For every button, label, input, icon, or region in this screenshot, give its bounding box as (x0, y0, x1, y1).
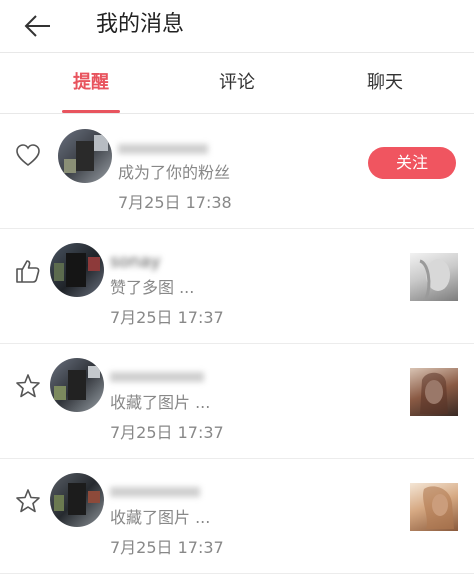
page-title: 我的消息 (96, 12, 185, 37)
timestamp: 7月25日 17:37 (110, 538, 224, 557)
star-icon (16, 489, 40, 513)
notification-text: 成为了你的粉丝 (118, 163, 231, 182)
list-item[interactable]: 成为了你的粉丝 7月25日 17:38 关注 (0, 114, 474, 229)
notification-text: 赞了多图 ... (110, 278, 195, 297)
username[interactable]: sonay (110, 251, 161, 273)
tab-comments[interactable]: 评论 (182, 53, 292, 113)
username[interactable] (110, 481, 202, 503)
heart-icon (16, 144, 40, 167)
username[interactable] (118, 138, 210, 160)
avatar[interactable] (50, 473, 104, 527)
list-item[interactable]: 收藏了图片 ... 7月25日 17:37 (0, 459, 474, 574)
tab-bar: 提醒 评论 聊天 (0, 53, 474, 114)
star-icon (16, 374, 40, 398)
post-thumbnail[interactable] (410, 368, 458, 416)
list-item[interactable]: 收藏了图片 ... 7月25日 17:37 (0, 344, 474, 459)
avatar[interactable] (50, 358, 104, 412)
notification-text: 收藏了图片 ... (110, 508, 211, 527)
notification-text: 收藏了图片 ... (110, 393, 211, 412)
header-bar: 我的消息 (0, 0, 474, 53)
back-arrow-icon[interactable] (22, 10, 54, 42)
list-item[interactable]: sonay 赞了多图 ... 7月25日 17:37 (0, 229, 474, 344)
timestamp: 7月25日 17:37 (110, 423, 224, 442)
active-tab-indicator (62, 110, 120, 113)
post-thumbnail[interactable] (410, 483, 458, 531)
timestamp: 7月25日 17:38 (118, 193, 232, 212)
tab-chat[interactable]: 聊天 (330, 53, 440, 113)
timestamp: 7月25日 17:37 (110, 308, 224, 327)
thumbs-up-icon (16, 260, 40, 283)
follow-button[interactable]: 关注 (368, 147, 456, 179)
username[interactable] (110, 366, 206, 388)
avatar[interactable] (50, 243, 104, 297)
post-thumbnail[interactable] (410, 253, 458, 301)
tab-reminders[interactable]: 提醒 (36, 53, 146, 113)
avatar[interactable] (58, 129, 112, 183)
